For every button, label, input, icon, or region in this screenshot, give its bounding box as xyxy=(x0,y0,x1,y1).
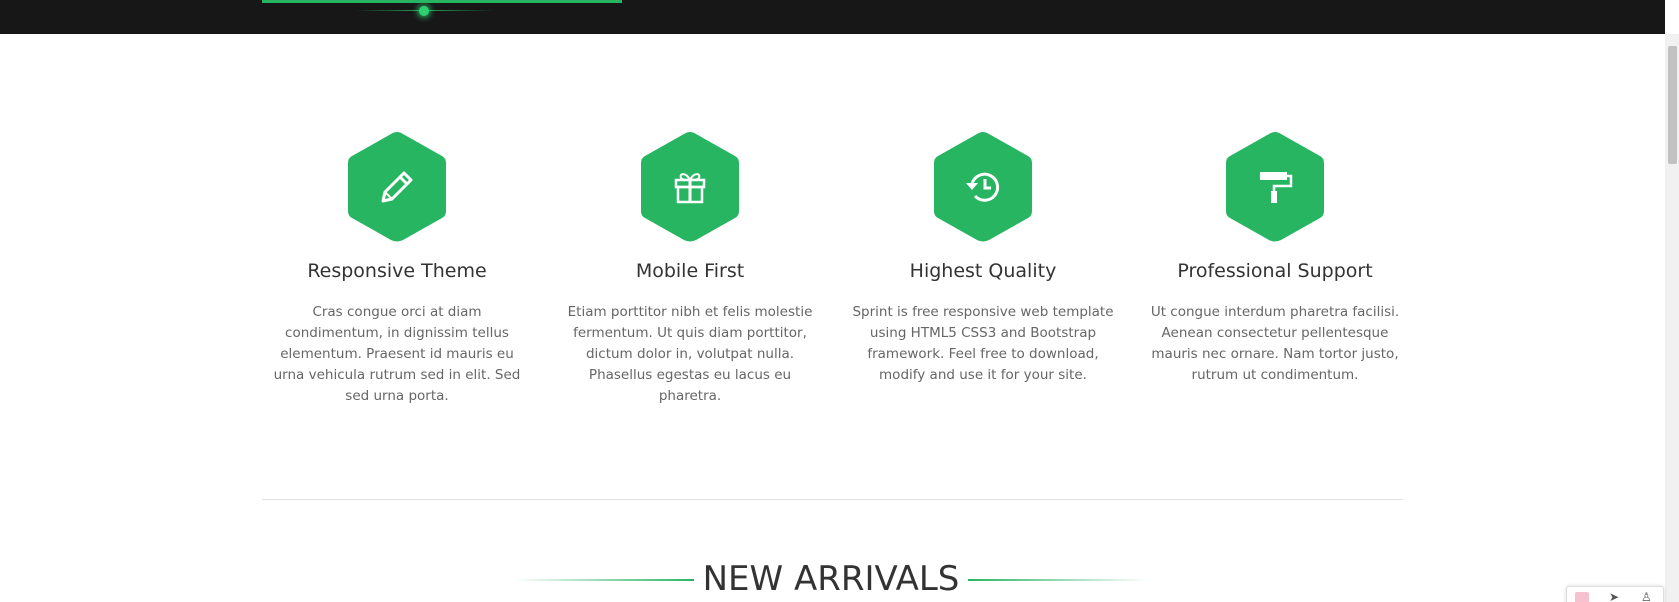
new-arrivals-heading: NEW ARRIVALS xyxy=(514,555,1148,602)
page: Responsive Theme Cras congue orci at dia… xyxy=(0,0,1679,602)
section-title: NEW ARRIVALS xyxy=(702,559,960,599)
feature-description: Etiam porttitor nibh et felis molestie f… xyxy=(567,304,813,404)
top-navigation-bar xyxy=(0,0,1665,34)
heading-line-left xyxy=(514,579,694,581)
feature-hexagon xyxy=(347,130,447,244)
feature-title: Responsive Theme xyxy=(307,260,487,282)
history-icon xyxy=(966,172,1000,202)
gift-icon xyxy=(674,173,706,204)
widget-arrow-icon[interactable]: ➤ xyxy=(1609,590,1619,602)
feature-description: Sprint is free responsive web template u… xyxy=(852,304,1114,383)
widget-person-icon[interactable]: ♙ xyxy=(1641,590,1652,602)
paint-roller-icon xyxy=(1260,172,1293,203)
active-nav-indicator xyxy=(262,0,622,3)
feature-title: Mobile First xyxy=(635,260,745,282)
feature-hexagon xyxy=(1225,130,1325,244)
feature-card-responsive-theme: Responsive Theme Cras congue orci at dia… xyxy=(262,130,532,407)
corner-widget[interactable]: ➤ ♙ xyxy=(1566,586,1664,602)
feature-card-professional-support: Professional Support Ut congue interdum … xyxy=(1140,130,1410,386)
page-scrollbar[interactable] xyxy=(1665,34,1679,602)
section-divider xyxy=(262,499,1403,500)
feature-hexagon xyxy=(640,130,740,244)
pencil-icon xyxy=(381,171,413,203)
features-section: Responsive Theme Cras congue orci at dia… xyxy=(262,130,1404,404)
glow-dot-decoration xyxy=(419,6,429,16)
feature-card-mobile-first: Mobile First Etiam porttitor nibh et fel… xyxy=(555,130,825,407)
feature-description: Ut congue interdum pharetra facilisi. Ae… xyxy=(1150,304,1400,383)
scrollbar-thumb[interactable] xyxy=(1668,46,1677,164)
feature-description: Cras congue orci at diam condimentum, in… xyxy=(273,304,521,404)
feature-title: Highest Quality xyxy=(909,260,1057,282)
widget-square-icon[interactable] xyxy=(1575,592,1589,602)
heading-line-right xyxy=(968,579,1148,581)
feature-title: Professional Support xyxy=(1177,260,1373,282)
feature-card-highest-quality: Highest Quality Sprint is free responsiv… xyxy=(848,130,1118,386)
feature-hexagon xyxy=(933,130,1033,244)
